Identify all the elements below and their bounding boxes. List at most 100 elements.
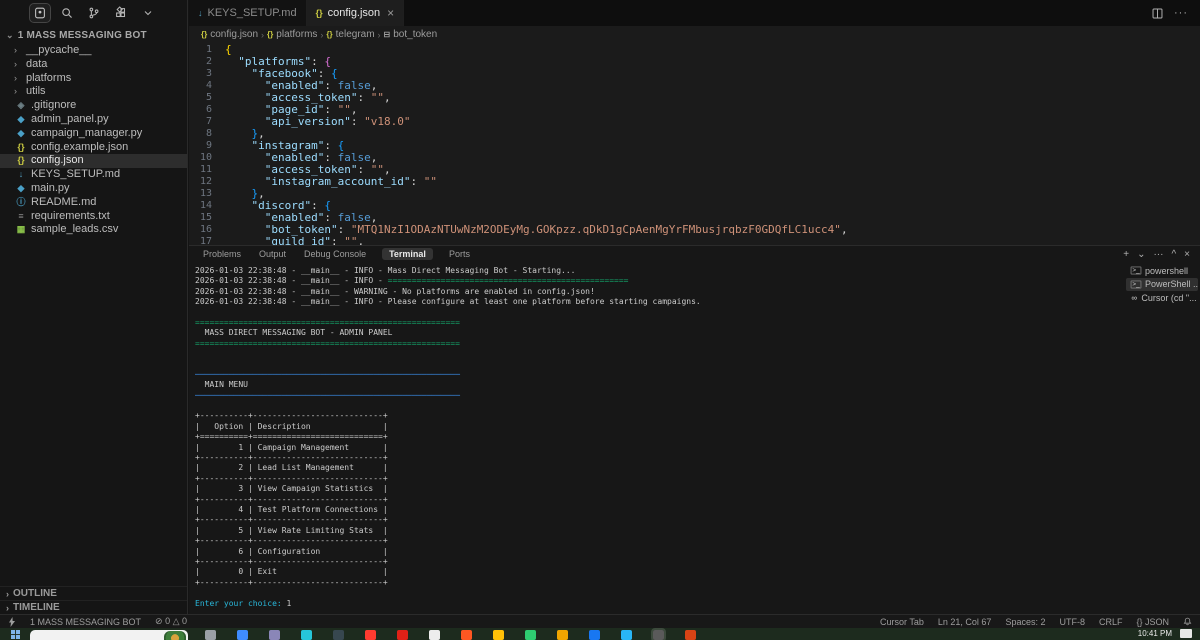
source-control-icon[interactable] <box>84 4 104 22</box>
sidebar-item-utils[interactable]: ›utils <box>0 85 187 99</box>
breadcrumb-item-telegram[interactable]: {}telegram <box>326 29 374 40</box>
taskbar-app-icon-4[interactable] <box>301 630 312 640</box>
panel-tab-output[interactable]: Output <box>257 248 288 260</box>
panel-tab-debug-console[interactable]: Debug Console <box>302 248 368 260</box>
taskbar-search-box[interactable] <box>30 630 188 640</box>
line-number: 12 <box>189 176 225 188</box>
taskbar-app-icon-6[interactable] <box>365 630 376 640</box>
new-terminal-icon[interactable]: + <box>1123 249 1129 260</box>
breadcrumb-item-bot-token[interactable]: ⊟bot_token <box>384 29 438 40</box>
status-cursor-tab[interactable]: Cursor Tab <box>880 617 924 627</box>
taskbar-app-icon-3[interactable] <box>269 630 280 640</box>
status-problems-counts[interactable]: ⊘ 0 △ 0 <box>155 616 187 627</box>
sidebar-item-admin-panel-py[interactable]: ◆admin_panel.py <box>0 113 187 127</box>
status-remote-indicator[interactable] <box>8 617 16 627</box>
editor-actions: ··· <box>1151 0 1200 26</box>
tab-keys_setup.md[interactable]: ↓KEYS_SETUP.md <box>189 0 307 26</box>
taskbar-app-icon-15[interactable] <box>653 630 664 640</box>
extensions-icon[interactable] <box>111 4 131 22</box>
status-workspace-name[interactable]: 1 MASS MESSAGING BOT <box>30 617 141 627</box>
start-button[interactable] <box>6 628 24 640</box>
sidebar-item-readme-md[interactable]: ⓘREADME.md <box>0 196 187 210</box>
taskbar-app-icon-2[interactable] <box>237 630 248 640</box>
breadcrumb-item-platforms[interactable]: {}platforms <box>267 29 317 40</box>
sidebar-item--pycache-[interactable]: ›__pycache__ <box>0 44 187 58</box>
sidebar-item-keys-setup-md[interactable]: ↓KEYS_SETUP.md <box>0 168 187 182</box>
search-box-image <box>164 631 186 640</box>
status-language-mode[interactable]: {} JSON <box>1136 617 1169 627</box>
split-editor-icon[interactable] <box>1151 7 1164 20</box>
terminal-dropdown-icon[interactable]: ⌄ <box>1137 249 1145 260</box>
file-label: platforms <box>26 72 71 86</box>
file-label: campaign_manager.py <box>31 127 142 141</box>
taskbar-clock[interactable]: 10:41 PM <box>1138 629 1172 638</box>
panel-tab-ports[interactable]: Ports <box>447 248 472 260</box>
panel-tab-terminal[interactable]: Terminal <box>382 248 433 260</box>
breadcrumb-label: platforms <box>276 29 317 40</box>
file-label: config.json <box>31 154 84 168</box>
python-icon: ◆ <box>14 113 28 127</box>
sidebar-item-sample-leads-csv[interactable]: ▦sample_leads.csv <box>0 223 187 237</box>
terminal-output[interactable]: 2026-01-03 22:38:48 - __main__ - INFO - … <box>195 266 1124 614</box>
terminal-line: | Option | Description | <box>195 422 1124 432</box>
taskbar-app-icon-8[interactable] <box>429 630 440 640</box>
sidebar-item-main-py[interactable]: ◆main.py <box>0 182 187 196</box>
tab-config.json[interactable]: {}config.json× <box>307 0 405 26</box>
terminal-line <box>195 588 1124 598</box>
python-icon: ◆ <box>14 127 28 141</box>
files-icon[interactable] <box>30 4 50 22</box>
taskbar-app-icon-14[interactable] <box>621 630 632 640</box>
status-indentation[interactable]: Spaces: 2 <box>1005 617 1045 627</box>
taskbar-app-icon-11[interactable] <box>525 630 536 640</box>
taskbar-app-icon-10[interactable] <box>493 630 504 640</box>
close-icon[interactable]: × <box>387 6 394 20</box>
sidebar-section-outline[interactable]: ›OUTLINE <box>0 586 187 600</box>
search-icon[interactable] <box>57 4 77 22</box>
terminal-instance[interactable]: >_PowerShell ... <box>1126 278 1198 292</box>
sidebar-item-platforms[interactable]: ›platforms <box>0 72 187 86</box>
more-actions-icon[interactable]: ··· <box>1174 7 1188 19</box>
chevron-down-icon[interactable] <box>138 4 158 22</box>
panel-close-icon[interactable]: × <box>1184 249 1190 260</box>
sidebar-item-requirements-txt[interactable]: ≡requirements.txt <box>0 210 187 224</box>
status-notifications[interactable] <box>1183 617 1192 626</box>
sidebar-bottom-sections: ›OUTLINE›TIMELINE <box>0 586 187 614</box>
status-encoding[interactable]: UTF-8 <box>1059 617 1085 627</box>
terminal-instance[interactable]: ∞Cursor (cd "... <box>1126 291 1198 305</box>
workspace-folder-header[interactable]: ⌄ 1 MASS MESSAGING BOT <box>0 26 187 44</box>
status-eol[interactable]: CRLF <box>1099 617 1123 627</box>
terminal-line: | 4 | Test Platform Connections | <box>195 505 1124 515</box>
sidebar-item-data[interactable]: ›data <box>0 58 187 72</box>
sidebar-section-timeline[interactable]: ›TIMELINE <box>0 600 187 614</box>
breadcrumb-label: telegram <box>336 29 375 40</box>
sidebar-item--gitignore[interactable]: ◈.gitignore <box>0 99 187 113</box>
taskbar-app-icon-1[interactable] <box>205 630 216 640</box>
taskbar-app-icon-5[interactable] <box>333 630 344 640</box>
sidebar-item-campaign-manager-py[interactable]: ◆campaign_manager.py <box>0 127 187 141</box>
taskbar-app-icon-12[interactable] <box>557 630 568 640</box>
taskbar-app-icon-13[interactable] <box>589 630 600 640</box>
terminal-line <box>195 401 1124 411</box>
panel-tab-problems[interactable]: Problems <box>201 248 243 260</box>
sidebar-item-config-example-json[interactable]: {}config.example.json <box>0 141 187 155</box>
file-label: config.example.json <box>31 141 128 155</box>
infinity-icon: ∞ <box>1130 293 1138 302</box>
panel-maximize-icon[interactable]: ^ <box>1171 249 1176 260</box>
panel-more-icon[interactable]: ··· <box>1153 249 1163 260</box>
taskbar-app-icon-9[interactable] <box>461 630 472 640</box>
terminal-line <box>195 308 1124 318</box>
code-line: 13 }, <box>189 188 1200 200</box>
line-number: 4 <box>189 80 225 92</box>
taskbar-app-icon-7[interactable] <box>397 630 408 640</box>
line-number: 10 <box>189 152 225 164</box>
code-editor[interactable]: 1{2 "platforms": {3 "facebook": {4 "enab… <box>189 44 1200 245</box>
terminal-instance-label: powershell <box>1145 266 1188 276</box>
line-number: 14 <box>189 200 225 212</box>
terminal-instance[interactable]: >_powershell <box>1126 264 1198 278</box>
sidebar-item-config-json[interactable]: {}config.json <box>0 154 187 168</box>
status-cursor-position[interactable]: Ln 21, Col 67 <box>938 617 992 627</box>
breadcrumb-item-config-json[interactable]: {}config.json <box>201 29 258 40</box>
line-number: 13 <box>189 188 225 200</box>
taskbar-app-icon-16[interactable] <box>685 630 696 640</box>
show-desktop-button[interactable] <box>1180 629 1192 638</box>
